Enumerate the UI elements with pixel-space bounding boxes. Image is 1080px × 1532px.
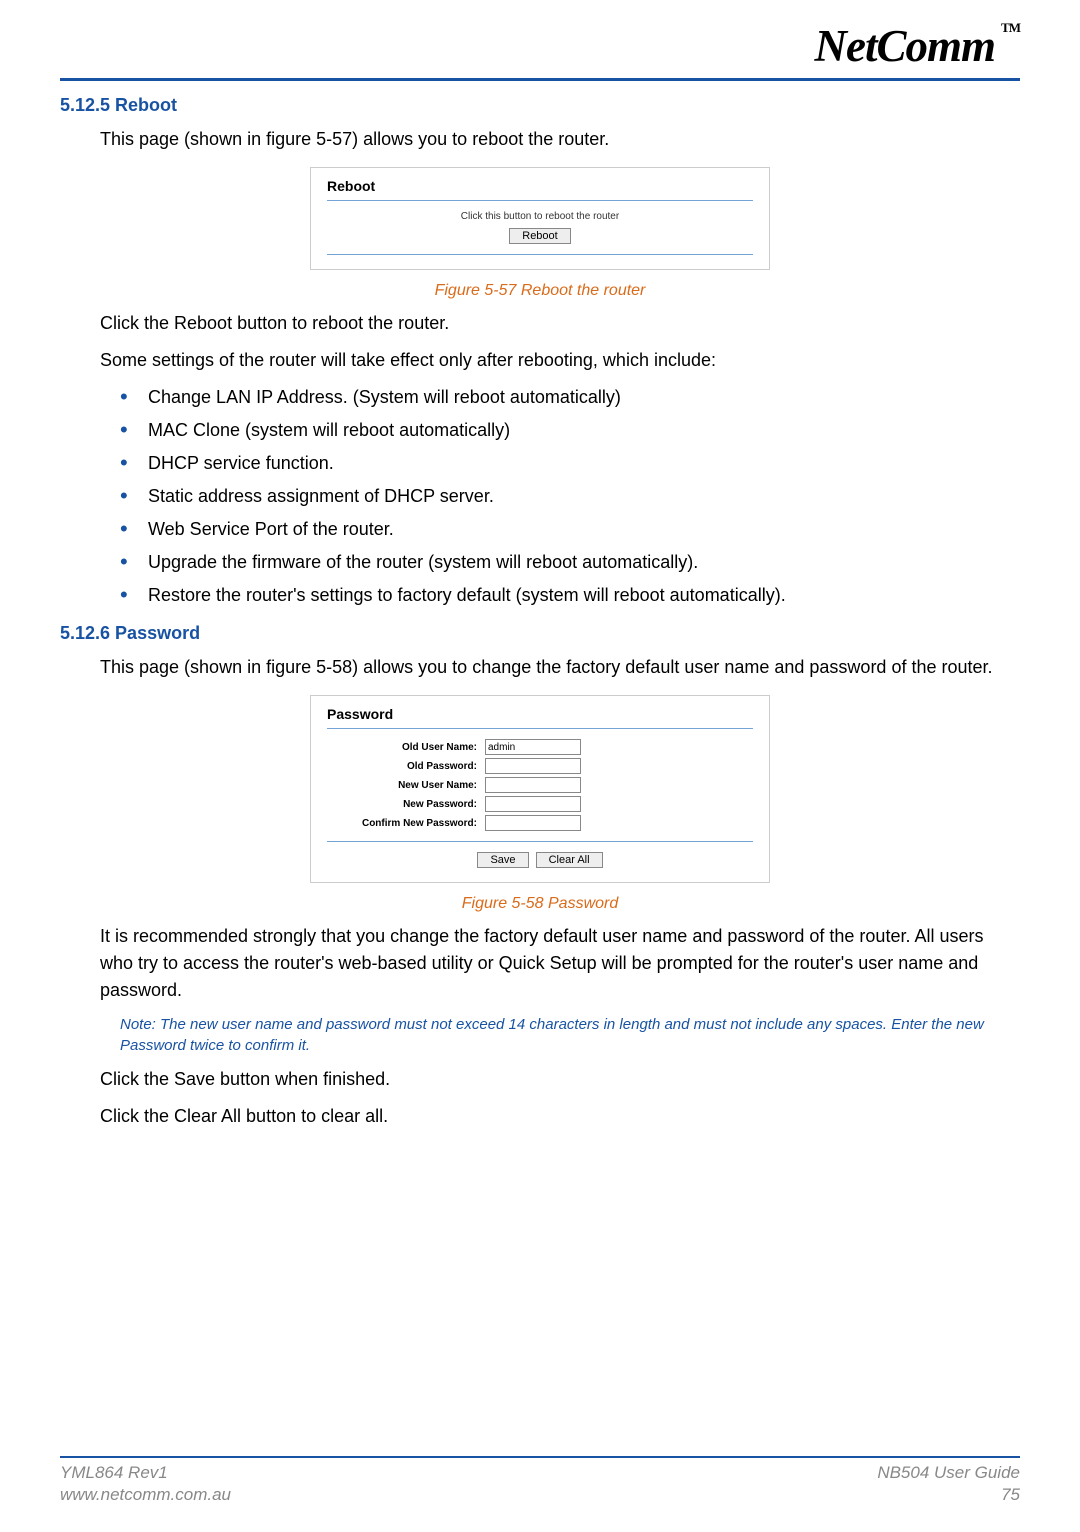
figure-reboot: Reboot Click this button to reboot the r… [60, 167, 1020, 300]
panel-divider [327, 200, 753, 201]
reboot-panel-hint: Click this button to reboot the router [327, 211, 753, 222]
password-para1: It is recommended strongly that you chan… [100, 923, 1020, 1004]
panel-divider [327, 841, 753, 842]
footer-url: www.netcomm.com.au [60, 1484, 231, 1506]
confirm-password-input[interactable] [485, 815, 581, 831]
list-item: MAC Clone (system will reboot automatica… [120, 417, 1020, 444]
form-row-confirm: Confirm New Password: [327, 815, 753, 831]
footer-divider [60, 1456, 1020, 1458]
header-divider [60, 78, 1020, 81]
figure-caption-reboot: Figure 5-57 Reboot the router [435, 282, 646, 300]
brand-logo: NetComm TM [815, 20, 1020, 72]
list-item: DHCP service function. [120, 450, 1020, 477]
password-note: Note: The new user name and password mus… [120, 1014, 1020, 1056]
reboot-bullet-list: Change LAN IP Address. (System will rebo… [120, 384, 1020, 609]
label-new-pass: New Password: [327, 799, 485, 810]
reboot-para2: Some settings of the router will take ef… [100, 347, 1020, 374]
trademark-symbol: TM [1001, 20, 1020, 35]
reboot-panel-title: Reboot [327, 178, 753, 194]
form-row-new-pass: New Password: [327, 796, 753, 812]
form-row-old-user: Old User Name: [327, 739, 753, 755]
form-row-new-user: New User Name: [327, 777, 753, 793]
reboot-intro: This page (shown in figure 5-57) allows … [100, 126, 1020, 153]
list-item: Upgrade the firmware of the router (syst… [120, 549, 1020, 576]
new-user-name-input[interactable] [485, 777, 581, 793]
footer-page-number: 75 [877, 1484, 1020, 1506]
figure-password: Password Old User Name: Old Password: Ne… [60, 695, 1020, 913]
page-footer: YML864 Rev1 www.netcomm.com.au NB504 Use… [60, 1456, 1020, 1506]
section-heading-password: 5.12.6 Password [60, 623, 1020, 644]
figure-caption-password: Figure 5-58 Password [462, 895, 619, 913]
password-panel-title: Password [327, 706, 753, 722]
label-confirm: Confirm New Password: [327, 818, 485, 829]
label-old-user: Old User Name: [327, 742, 485, 753]
list-item: Restore the router's settings to factory… [120, 582, 1020, 609]
list-item: Change LAN IP Address. (System will rebo… [120, 384, 1020, 411]
footer-left: YML864 Rev1 www.netcomm.com.au [60, 1462, 231, 1506]
old-user-name-input[interactable] [485, 739, 581, 755]
reboot-panel: Reboot Click this button to reboot the r… [310, 167, 770, 270]
password-intro: This page (shown in figure 5-58) allows … [100, 654, 1020, 681]
footer-right: NB504 User Guide 75 [877, 1462, 1020, 1506]
section-heading-reboot: 5.12.5 Reboot [60, 95, 1020, 116]
reboot-para1: Click the Reboot button to reboot the ro… [100, 310, 1020, 337]
header-logo-row: NetComm TM [60, 20, 1020, 72]
label-old-pass: Old Password: [327, 761, 485, 772]
panel-divider [327, 254, 753, 255]
clear-all-button[interactable]: Clear All [536, 852, 603, 868]
list-item: Static address assignment of DHCP server… [120, 483, 1020, 510]
new-password-input[interactable] [485, 796, 581, 812]
reboot-button[interactable]: Reboot [509, 228, 570, 244]
brand-name: NetComm [815, 21, 996, 71]
label-new-user: New User Name: [327, 780, 485, 791]
old-password-input[interactable] [485, 758, 581, 774]
footer-guide: NB504 User Guide [877, 1462, 1020, 1484]
password-panel: Password Old User Name: Old Password: Ne… [310, 695, 770, 883]
password-para3: Click the Clear All button to clear all. [100, 1103, 1020, 1130]
panel-divider [327, 728, 753, 729]
list-item: Web Service Port of the router. [120, 516, 1020, 543]
password-para2: Click the Save button when finished. [100, 1066, 1020, 1093]
form-row-old-pass: Old Password: [327, 758, 753, 774]
save-button[interactable]: Save [477, 852, 528, 868]
footer-rev: YML864 Rev1 [60, 1462, 231, 1484]
